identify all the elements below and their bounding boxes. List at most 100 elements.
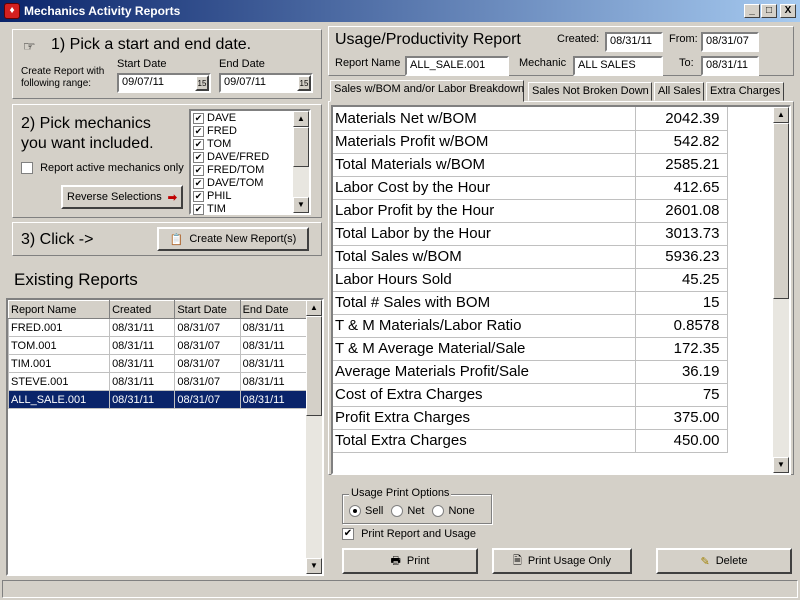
checkbox-box[interactable] <box>21 162 33 175</box>
to-label: To: <box>679 57 694 69</box>
end-date-calendar-icon[interactable]: 15 <box>297 75 311 91</box>
column-header[interactable]: Report Name <box>7 300 111 319</box>
table-row[interactable]: TIM.001 08/31/11 08/31/07 08/31/11 <box>7 354 309 373</box>
tab[interactable]: Extra Charges <box>706 82 784 101</box>
report-name-field[interactable]: ALL_SALE.001 <box>405 56 509 76</box>
hand-pointer-icon: ☞ <box>23 38 36 54</box>
scroll-down-icon[interactable]: ▼ <box>773 457 789 473</box>
step1-heading: 1) Pick a start and end date. <box>51 36 252 53</box>
range-label-line2: following range: <box>21 78 92 89</box>
checkbox-box[interactable]: ✔ <box>193 190 204 202</box>
tab[interactable]: Sales Not Broken Down <box>528 82 652 101</box>
table-cell: 08/31/11 <box>239 372 309 391</box>
delete-button[interactable]: ✎ Delete <box>656 548 792 574</box>
mechanic-item[interactable]: ✔ TOM <box>191 138 291 151</box>
radio-button[interactable] <box>432 505 445 518</box>
active-mechanics-only-checkbox[interactable]: Report active mechanics only <box>21 162 184 175</box>
mechanic-item[interactable]: ✔ PHIL <box>191 190 291 203</box>
checkbox-box[interactable]: ✔ <box>193 125 204 137</box>
maximize-button[interactable]: □ <box>761 4 777 18</box>
mechanic-item[interactable]: ✔ FRED <box>191 125 291 138</box>
existing-reports-grid[interactable]: Report Name Created Start Date End Date FRE… <box>6 298 324 576</box>
table-row[interactable]: Labor Cost by the Hour 412.65 <box>333 176 728 200</box>
scroll-up-icon[interactable]: ▲ <box>306 300 322 316</box>
arrow-right-icon: ➡ <box>167 191 177 204</box>
checkbox-box[interactable]: ✔ <box>193 203 204 215</box>
table-row[interactable]: Materials Net w/BOM 2042.39 <box>333 107 728 131</box>
created-field[interactable]: 08/31/11 <box>605 32 663 52</box>
scroll-down-icon[interactable]: ▼ <box>306 558 322 574</box>
checkbox-box[interactable]: ✔ <box>193 151 204 163</box>
table-row[interactable]: ALL_SALE.001 08/31/11 08/31/07 08/31/11 <box>7 390 309 409</box>
mechanics-list[interactable]: ✔ DAVE ✔ FRED ✔ TOM ✔ DAVE/FRED ✔ FRED/TOM ✔ DAVE/T… <box>189 109 311 215</box>
minimize-button[interactable]: _ <box>744 4 760 18</box>
table-row[interactable]: Total Labor by the Hour 3013.73 <box>333 222 728 246</box>
table-row[interactable]: Labor Hours Sold 45.25 <box>333 268 728 292</box>
scroll-up-icon[interactable]: ▲ <box>773 107 789 123</box>
mechanic-name: TIM <box>207 203 226 215</box>
scroll-down-icon[interactable]: ▼ <box>293 197 309 213</box>
usage-value: 2585.21 <box>635 153 728 177</box>
table-row[interactable]: Labor Profit by the Hour 2601.08 <box>333 199 728 223</box>
mechanic-field[interactable]: ALL SALES <box>573 56 663 76</box>
tab[interactable]: All Sales <box>654 82 704 101</box>
reports-scrollbar[interactable]: ▲ ▼ <box>306 300 322 574</box>
to-field[interactable]: 08/31/11 <box>701 56 759 76</box>
print-option-radio[interactable]: Sell <box>349 505 383 518</box>
table-row[interactable]: Total Sales w/BOM 5936.23 <box>333 245 728 269</box>
table-cell: 08/31/07 <box>174 336 241 355</box>
mechanic-item[interactable]: ✔ DAVE/FRED <box>191 151 291 164</box>
mechanic-item[interactable]: ✔ DAVE/TOM <box>191 177 291 190</box>
mechanic-item[interactable]: ✔ FRED/TOM <box>191 164 291 177</box>
checkbox-box[interactable]: ✔ <box>193 164 204 176</box>
scroll-thumb[interactable] <box>293 127 309 167</box>
table-row[interactable]: Average Materials Profit/Sale 36.19 <box>333 360 728 384</box>
start-date-calendar-icon[interactable]: 15 <box>195 75 209 91</box>
created-label: Created: <box>557 33 600 45</box>
table-row[interactable]: Cost of Extra Charges 75 <box>333 383 728 407</box>
column-header[interactable]: End Date <box>239 300 309 319</box>
checkbox-box[interactable]: ✔ <box>193 177 204 189</box>
print-button[interactable]: 🖶 Print <box>342 548 478 574</box>
print-usage-only-button[interactable]: 🗎 Print Usage Only <box>492 548 632 574</box>
mechanic-item[interactable]: ✔ TIM <box>191 203 291 216</box>
scroll-up-icon[interactable]: ▲ <box>293 111 309 127</box>
table-row[interactable]: FRED.001 08/31/11 08/31/07 08/31/11 <box>7 318 309 337</box>
checkbox-box[interactable]: ✔ <box>193 112 204 124</box>
create-new-reports-button[interactable]: 📋 Create New Report(s) <box>157 227 309 251</box>
radio-button[interactable] <box>349 505 361 518</box>
table-row[interactable]: Profit Extra Charges 375.00 <box>333 406 728 430</box>
table-cell: 08/31/11 <box>109 372 176 391</box>
column-header[interactable]: Start Date <box>174 300 241 319</box>
print-option-radio[interactable]: None <box>432 505 475 518</box>
radio-button[interactable] <box>391 505 404 518</box>
table-row[interactable]: Total Extra Charges 450.00 <box>333 429 728 453</box>
mechanics-scrollbar[interactable]: ▲ ▼ <box>293 111 309 213</box>
scroll-thumb[interactable] <box>773 123 789 299</box>
table-row[interactable]: Materials Profit w/BOM 542.82 <box>333 130 728 154</box>
table-row[interactable]: Total # Sales with BOM 15 <box>333 291 728 315</box>
existing-reports-panel: Existing Reports Report Name Created Start… <box>6 262 324 576</box>
column-header[interactable]: Created <box>109 300 176 319</box>
table-row[interactable]: Total Materials w/BOM 2585.21 <box>333 153 728 177</box>
table-cell: TIM.001 <box>7 354 111 373</box>
checkbox-box[interactable]: ✔ <box>342 528 354 541</box>
checkbox-box[interactable]: ✔ <box>193 138 204 150</box>
table-cell: FRED.001 <box>7 318 111 337</box>
table-row[interactable]: T & M Average Material/Sale 172.35 <box>333 337 728 361</box>
usage-value: 2601.08 <box>635 199 728 223</box>
mechanic-item[interactable]: ✔ DAVE <box>191 112 291 125</box>
table-row[interactable]: TOM.001 08/31/11 08/31/07 08/31/11 <box>7 336 309 355</box>
active-mechanics-only-label: Report active mechanics only <box>40 162 184 174</box>
close-button[interactable]: X <box>780 4 796 18</box>
reverse-selections-button[interactable]: Reverse Selections ➡ <box>61 185 183 209</box>
print-report-and-usage-checkbox[interactable]: ✔ Print Report and Usage <box>342 528 476 541</box>
from-field[interactable]: 08/31/07 <box>701 32 759 52</box>
table-row[interactable]: STEVE.001 08/31/11 08/31/07 08/31/11 <box>7 372 309 391</box>
print-option-radio[interactable]: Net <box>391 505 424 518</box>
scroll-thumb[interactable] <box>306 316 322 416</box>
tab[interactable]: Sales w/BOM and/or Labor Breakdown <box>330 80 524 102</box>
usage-scrollbar[interactable]: ▲ ▼ <box>773 107 789 473</box>
usage-grid[interactable]: Materials Net w/BOM 2042.39 Materials Prof… <box>331 105 791 475</box>
table-row[interactable]: T & M Materials/Labor Ratio 0.8578 <box>333 314 728 338</box>
